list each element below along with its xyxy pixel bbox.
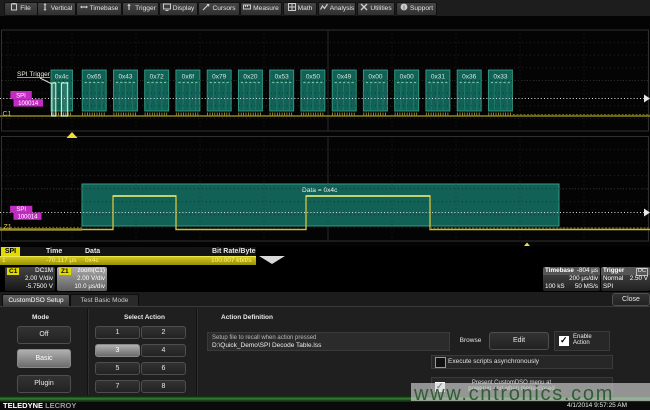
svg-text:0x43: 0x43 xyxy=(118,73,132,80)
svg-text:SPI: SPI xyxy=(16,93,26,99)
svg-text:Data = 0x4c: Data = 0x4c xyxy=(302,187,338,194)
svg-text:0x20: 0x20 xyxy=(243,73,257,80)
svg-text:Z1: Z1 xyxy=(4,224,12,231)
svg-text:100014: 100014 xyxy=(18,101,39,107)
svg-text:C1: C1 xyxy=(3,111,12,118)
svg-text:0x33: 0x33 xyxy=(493,73,507,80)
svg-text:i: i xyxy=(403,5,404,11)
svg-text:0x50: 0x50 xyxy=(306,73,320,80)
svg-text:0x79: 0x79 xyxy=(212,73,226,80)
svg-text:0x72: 0x72 xyxy=(150,73,164,80)
svg-text:0x65: 0x65 xyxy=(87,73,101,80)
svg-text:0x49: 0x49 xyxy=(337,73,351,80)
svg-text:0x6f: 0x6f xyxy=(182,73,194,80)
svg-text:SPI Trigger: SPI Trigger xyxy=(17,71,51,78)
svg-text:0x36: 0x36 xyxy=(462,73,476,80)
svg-text:0x00: 0x00 xyxy=(368,73,382,80)
svg-text:0x00: 0x00 xyxy=(400,73,414,80)
svg-text:0x31: 0x31 xyxy=(431,73,445,80)
svg-text:0x4c: 0x4c xyxy=(55,73,69,80)
svg-text:100014: 100014 xyxy=(17,215,38,221)
svg-text:SPI: SPI xyxy=(16,207,26,213)
svg-text:0x53: 0x53 xyxy=(275,73,289,80)
